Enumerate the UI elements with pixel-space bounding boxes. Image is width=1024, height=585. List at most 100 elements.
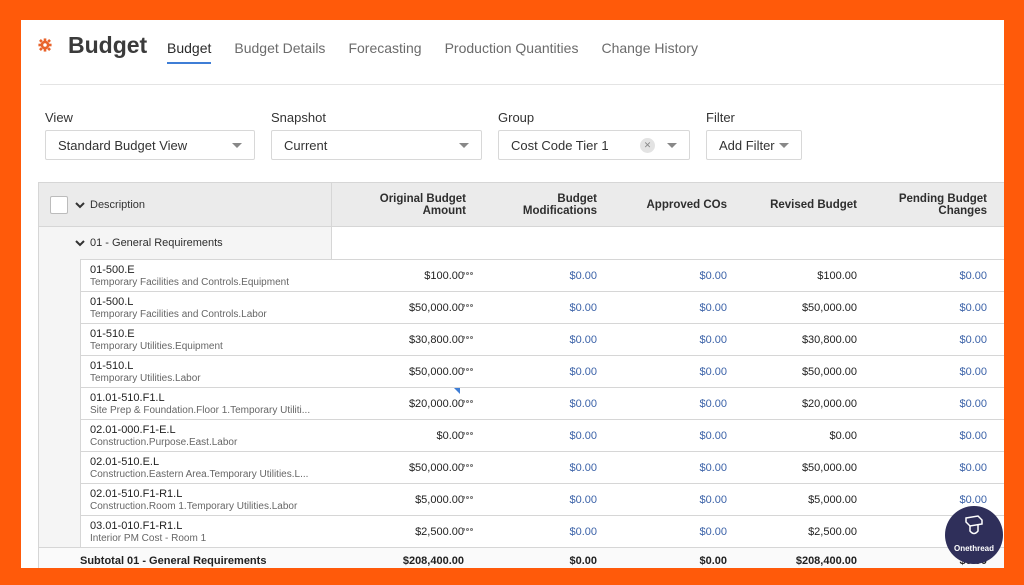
- tab-budget-details[interactable]: Budget Details: [234, 40, 325, 64]
- budget-modifications-value[interactable]: $0.00: [569, 270, 597, 282]
- more-options-icon[interactable]: [462, 400, 474, 406]
- cost-code-description: Site Prep & Foundation.Floor 1.Temporary…: [90, 405, 311, 416]
- row-description-cell[interactable]: 01-500.L Temporary Facilities and Contro…: [80, 291, 332, 323]
- group-select[interactable]: Cost Code Tier 1 ✕: [498, 130, 690, 160]
- approved-cos-value[interactable]: $0.00: [699, 366, 727, 378]
- more-options-icon[interactable]: [462, 368, 474, 374]
- more-options-icon[interactable]: [462, 528, 474, 534]
- group-row[interactable]: 01 - General Requirements: [39, 227, 1004, 259]
- cost-code: 02.01-000.F1-E.L: [90, 424, 176, 436]
- budget-modifications-value[interactable]: $0.00: [569, 366, 597, 378]
- pending-budget-changes-value[interactable]: $0.00: [959, 334, 987, 346]
- header-revised-budget[interactable]: Revised Budget: [727, 183, 857, 227]
- budget-modifications-value[interactable]: $0.00: [569, 430, 597, 442]
- original-budget-value: $2,500.00: [415, 526, 464, 538]
- row-description-cell[interactable]: 03.01-010.F1-R1.L Interior PM Cost - Roo…: [80, 515, 332, 547]
- pending-budget-changes-value[interactable]: $0.00: [959, 302, 987, 314]
- approved-cos-value[interactable]: $0.00: [699, 430, 727, 442]
- onethread-badge[interactable]: Onethread: [945, 506, 1003, 564]
- original-budget-value: $50,000.00: [408, 462, 464, 474]
- pending-budget-changes-value[interactable]: $0.00: [959, 462, 987, 474]
- original-budget-value: $100.00: [424, 270, 464, 282]
- more-options-icon[interactable]: [462, 336, 474, 342]
- row-description-cell[interactable]: 01.01-510.F1.L Site Prep & Foundation.Fl…: [80, 387, 332, 419]
- cost-code-description: Temporary Facilities and Controls.Equipm…: [90, 277, 289, 288]
- chevron-down-icon[interactable]: [75, 200, 85, 210]
- row-description-cell[interactable]: 01-510.L Temporary Utilities.Labor: [80, 355, 332, 387]
- more-options-icon[interactable]: [462, 304, 474, 310]
- approved-cos-value[interactable]: $0.00: [699, 462, 727, 474]
- header-budget-modifications[interactable]: Budget Modifications: [466, 183, 597, 227]
- header-pending-budget-changes[interactable]: Pending Budget Changes: [857, 183, 987, 227]
- pending-budget-changes-value[interactable]: $0.00: [959, 366, 987, 378]
- tab-forecasting[interactable]: Forecasting: [348, 40, 421, 64]
- header-approved-cos[interactable]: Approved COs: [597, 183, 727, 227]
- row-description-cell[interactable]: 01-500.E Temporary Facilities and Contro…: [80, 259, 332, 291]
- more-options-icon[interactable]: [462, 272, 474, 278]
- row-description-cell[interactable]: 01-510.E Temporary Utilities.Equipment: [80, 323, 332, 355]
- header-original-budget[interactable]: Original Budget Amount: [332, 183, 466, 227]
- table-row[interactable]: 03.01-010.F1-R1.L Interior PM Cost - Roo…: [39, 515, 1004, 547]
- approved-cos-value[interactable]: $0.00: [699, 526, 727, 538]
- approved-cos-value[interactable]: $0.00: [699, 270, 727, 282]
- snapshot-select[interactable]: Current: [271, 130, 482, 160]
- approved-cos-value[interactable]: $0.00: [699, 398, 727, 410]
- table-row[interactable]: 01-500.E Temporary Facilities and Contro…: [39, 259, 1004, 291]
- view-select[interactable]: Standard Budget View: [45, 130, 255, 160]
- view-filter: View Standard Budget View: [45, 110, 255, 160]
- budget-modifications-value[interactable]: $0.00: [569, 494, 597, 506]
- approved-cos-value[interactable]: $0.00: [699, 302, 727, 314]
- budget-modifications-value[interactable]: $0.00: [569, 334, 597, 346]
- more-options-icon[interactable]: [462, 432, 474, 438]
- more-options-icon[interactable]: [462, 464, 474, 470]
- cost-code-description: Construction.Room 1.Temporary Utilities.…: [90, 501, 298, 512]
- chevron-down-icon[interactable]: [75, 238, 85, 248]
- budget-modifications-value[interactable]: $0.00: [569, 398, 597, 410]
- tab-production-quantities[interactable]: Production Quantities: [445, 40, 579, 64]
- subtotal-revised: $208,400.00: [795, 555, 857, 567]
- budget-panel: Budget Budget Budget Details Forecasting…: [21, 20, 1004, 568]
- tab-change-history[interactable]: Change History: [601, 40, 698, 64]
- table-row[interactable]: 02.01-510.E.L Construction.Eastern Area.…: [39, 451, 1004, 483]
- approved-cos-value[interactable]: $0.00: [699, 334, 727, 346]
- row-values: $0.00 $0.00 $0.00 $0.00 $0.00: [332, 419, 1004, 451]
- subtotal-label: Subtotal 01 - General Requirements: [80, 555, 267, 567]
- header-original-budget-label: Original Budget Amount: [379, 193, 466, 217]
- row-values: $50,000.00 $0.00 $0.00 $50,000.00 $0.00: [332, 355, 1004, 387]
- table-row[interactable]: 01-510.L Temporary Utilities.Labor $50,0…: [39, 355, 1004, 387]
- original-budget-value: $50,000.00: [408, 302, 464, 314]
- group-value: Cost Code Tier 1: [511, 138, 609, 153]
- cost-code-description: Construction.Eastern Area.Temporary Util…: [90, 469, 309, 480]
- original-budget-value: $5,000.00: [415, 494, 464, 506]
- header-approved-cos-label: Approved COs: [646, 199, 727, 211]
- clear-icon[interactable]: ✕: [640, 138, 655, 153]
- table-row[interactable]: 02.01-510.F1-R1.L Construction.Room 1.Te…: [39, 483, 1004, 515]
- revised-budget-value: $100.00: [817, 270, 857, 282]
- table-row[interactable]: 01-510.E Temporary Utilities.Equipment $…: [39, 323, 1004, 355]
- pending-budget-changes-value[interactable]: $0.00: [959, 398, 987, 410]
- approved-cos-value[interactable]: $0.00: [699, 494, 727, 506]
- add-filter-select[interactable]: Add Filter: [706, 130, 802, 160]
- budget-modifications-value[interactable]: $0.00: [569, 526, 597, 538]
- pending-budget-changes-value[interactable]: $0.00: [959, 430, 987, 442]
- table-row[interactable]: 01.01-510.F1.L Site Prep & Foundation.Fl…: [39, 387, 1004, 419]
- budget-modifications-value[interactable]: $0.00: [569, 462, 597, 474]
- budget-modifications-value[interactable]: $0.00: [569, 302, 597, 314]
- add-filter-group: Filter Add Filter: [706, 110, 802, 160]
- pending-budget-changes-value[interactable]: $0.00: [959, 270, 987, 282]
- row-description-cell[interactable]: 02.01-510.F1-R1.L Construction.Room 1.Te…: [80, 483, 332, 515]
- row-description-cell[interactable]: 02.01-000.F1-E.L Construction.Purpose.Ea…: [80, 419, 332, 451]
- cost-code: 01-500.E: [90, 264, 135, 276]
- pending-budget-changes-value[interactable]: $0.00: [959, 494, 987, 506]
- snapshot-filter: Snapshot Current: [271, 110, 482, 160]
- select-all-checkbox[interactable]: [50, 196, 68, 214]
- table-row[interactable]: 02.01-000.F1-E.L Construction.Purpose.Ea…: [39, 419, 1004, 451]
- more-options-icon[interactable]: [462, 496, 474, 502]
- table-row[interactable]: 01-500.L Temporary Facilities and Contro…: [39, 291, 1004, 323]
- tab-budget[interactable]: Budget: [167, 40, 212, 64]
- add-filter-value: Add Filter: [719, 138, 775, 153]
- page-header: Budget Budget Budget Details Forecasting…: [21, 20, 1004, 85]
- original-budget-value: $20,000.00: [408, 398, 464, 410]
- subtotal-cos: $0.00: [699, 555, 727, 567]
- row-description-cell[interactable]: 02.01-510.E.L Construction.Eastern Area.…: [80, 451, 332, 483]
